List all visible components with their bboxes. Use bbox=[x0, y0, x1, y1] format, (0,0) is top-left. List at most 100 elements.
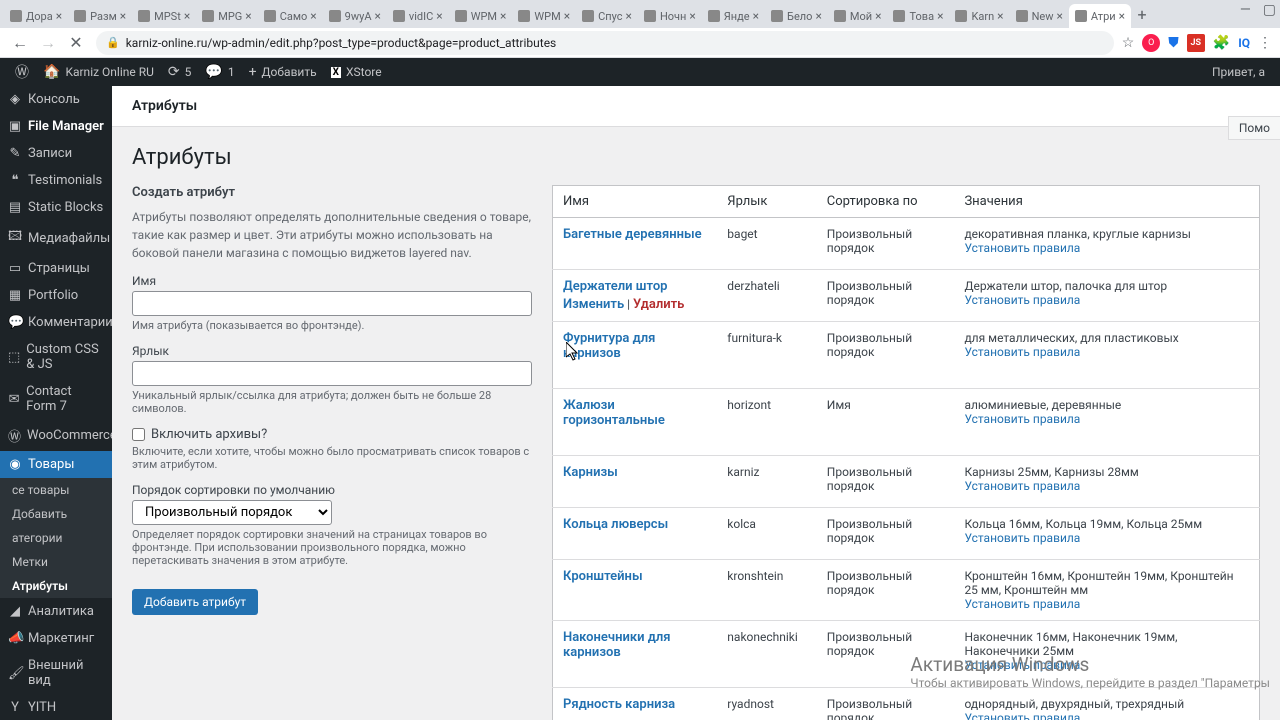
stop-button[interactable]: ✕ bbox=[64, 31, 88, 55]
submit-button[interactable]: Добавить атрибут bbox=[132, 589, 258, 615]
submenu-item[interactable]: Добавить bbox=[0, 502, 112, 526]
menu-item[interactable]: ❝Testimonials bbox=[0, 167, 112, 194]
tab-close-icon[interactable]: × bbox=[564, 9, 570, 23]
ublock-icon[interactable]: JS bbox=[1187, 34, 1205, 52]
browser-tab[interactable]: Бело× bbox=[765, 4, 828, 28]
xstore-link[interactable]: XXStore bbox=[324, 58, 389, 86]
submenu-item[interactable]: се товары bbox=[0, 478, 112, 502]
browser-tab[interactable]: New× bbox=[1010, 4, 1069, 28]
menu-item[interactable]: 🖾Медиафайлы bbox=[0, 221, 112, 255]
rules-link[interactable]: Установить правила bbox=[964, 597, 1080, 611]
rules-link[interactable]: Установить правила bbox=[964, 531, 1080, 545]
browser-tab[interactable]: Това× bbox=[887, 4, 949, 28]
rules-link[interactable]: Установить правила bbox=[964, 293, 1080, 307]
shield-icon[interactable]: ⛊ bbox=[1168, 35, 1179, 51]
menu-item[interactable]: ▦Portfolio bbox=[0, 282, 112, 309]
add-new-link[interactable]: +Добавить bbox=[242, 58, 324, 86]
rules-link[interactable]: Установить правила bbox=[964, 345, 1080, 359]
archive-checkbox[interactable] bbox=[132, 428, 145, 441]
tab-close-icon[interactable]: × bbox=[626, 9, 632, 23]
sort-select[interactable]: Произвольный порядок bbox=[132, 500, 332, 525]
browser-tab[interactable]: WPM× bbox=[449, 4, 513, 28]
iq-icon[interactable]: IQ bbox=[1238, 36, 1250, 50]
menu-item[interactable]: ◢Аналитика bbox=[0, 598, 112, 625]
tab-close-icon[interactable]: × bbox=[120, 9, 126, 23]
tab-close-icon[interactable]: × bbox=[753, 9, 759, 23]
rules-link[interactable]: Установить правила bbox=[964, 412, 1080, 426]
comments-link[interactable]: 💬1 bbox=[198, 58, 241, 86]
edit-link[interactable]: Изменить bbox=[563, 297, 624, 312]
delete-link[interactable]: Удалить bbox=[633, 297, 684, 312]
tab-close-icon[interactable]: × bbox=[500, 9, 506, 23]
rules-link[interactable]: Установить правила bbox=[964, 658, 1080, 672]
tab-close-icon[interactable]: × bbox=[689, 9, 695, 23]
back-button[interactable]: ← bbox=[8, 31, 32, 55]
puzzle-icon[interactable]: 🧩 bbox=[1213, 35, 1230, 51]
rules-link[interactable]: Установить правила bbox=[964, 241, 1080, 255]
menu-item[interactable]: 📣Маркетинг bbox=[0, 625, 112, 652]
tab-close-icon[interactable]: × bbox=[815, 9, 821, 23]
forward-button[interactable]: → bbox=[36, 31, 60, 55]
menu-item[interactable]: ⓌWooCommerce bbox=[0, 420, 112, 451]
attr-name-link[interactable]: Фурнитура для карнизов bbox=[563, 331, 655, 361]
site-link[interactable]: 🏠Karniz Online RU bbox=[36, 58, 161, 86]
menu-item[interactable]: ✉Contact Form 7 bbox=[0, 378, 112, 420]
browser-tab[interactable]: Ночн× bbox=[638, 4, 702, 28]
browser-tab[interactable]: Разм× bbox=[68, 4, 132, 28]
star-icon[interactable]: ☆ bbox=[1122, 35, 1135, 51]
attr-name-link[interactable]: Рядность карниза bbox=[563, 697, 675, 712]
new-tab-button[interactable]: + bbox=[1131, 3, 1153, 25]
tab-close-icon[interactable]: × bbox=[1119, 9, 1125, 23]
tab-close-icon[interactable]: × bbox=[375, 9, 381, 23]
menu-item[interactable]: ▣File Manager bbox=[0, 113, 112, 140]
th-sort[interactable]: Сортировка по bbox=[817, 186, 955, 218]
tab-close-icon[interactable]: × bbox=[245, 9, 251, 23]
browser-tab[interactable]: Дора× bbox=[4, 4, 68, 28]
browser-tab[interactable]: Само× bbox=[258, 4, 323, 28]
menu-item[interactable]: YYITH bbox=[0, 694, 112, 720]
menu-item[interactable]: 🖌Внешний вид bbox=[0, 652, 112, 694]
browser-tab[interactable]: Karn× bbox=[949, 4, 1009, 28]
browser-tab[interactable]: WPM× bbox=[512, 4, 576, 28]
submenu-item[interactable]: Атрибуты bbox=[0, 574, 112, 598]
menu-item[interactable]: ⬚Custom CSS & JS bbox=[0, 336, 112, 378]
browser-tab[interactable]: vidIC× bbox=[387, 4, 449, 28]
browser-tab[interactable]: MPSt× bbox=[132, 4, 196, 28]
tab-close-icon[interactable]: × bbox=[997, 9, 1003, 23]
window-minimize[interactable]: — bbox=[1240, 2, 1251, 18]
slug-input[interactable] bbox=[132, 361, 532, 386]
tab-close-icon[interactable]: × bbox=[436, 9, 442, 23]
browser-tab[interactable]: Мой× bbox=[828, 4, 888, 28]
rules-link[interactable]: Установить правила bbox=[964, 479, 1080, 493]
updates-link[interactable]: ⟳5 bbox=[161, 58, 198, 86]
menu-item[interactable]: ✎Записи bbox=[0, 140, 112, 167]
attr-name-link[interactable]: Держатели штор bbox=[563, 279, 668, 294]
browser-tab[interactable]: 9wyA× bbox=[323, 4, 387, 28]
submenu-item[interactable]: Метки bbox=[0, 550, 112, 574]
attr-name-link[interactable]: Наконечники для карнизов bbox=[563, 630, 671, 660]
wp-logo[interactable]: Ⓦ bbox=[8, 58, 36, 86]
tab-close-icon[interactable]: × bbox=[56, 9, 62, 23]
th-values[interactable]: Значения bbox=[954, 186, 1259, 218]
attr-name-link[interactable]: Багетные деревянные bbox=[563, 227, 702, 242]
opera-ext-icon[interactable]: O bbox=[1142, 34, 1160, 52]
tab-close-icon[interactable]: × bbox=[937, 9, 943, 23]
th-name[interactable]: Имя bbox=[553, 186, 718, 218]
menu-item[interactable]: ◉Товары bbox=[0, 451, 112, 478]
menu-icon[interactable]: ⋮ bbox=[1258, 35, 1272, 51]
th-slug[interactable]: Ярлык bbox=[717, 186, 816, 218]
tab-close-icon[interactable]: × bbox=[184, 9, 190, 23]
tab-close-icon[interactable]: × bbox=[875, 9, 881, 23]
window-maximize[interactable]: ▢ bbox=[1263, 2, 1276, 18]
attr-name-link[interactable]: Жалюзи горизонтальные bbox=[563, 398, 665, 428]
url-field[interactable]: 🔒 karniz-online.ru/wp-admin/edit.php?pos… bbox=[96, 31, 1114, 55]
attr-name-link[interactable]: Кронштейны bbox=[563, 569, 643, 584]
menu-item[interactable]: ▤Static Blocks bbox=[0, 194, 112, 221]
menu-item[interactable]: 💬Комментарии1 bbox=[0, 309, 112, 336]
rules-link[interactable]: Установить правила bbox=[964, 711, 1080, 720]
tab-close-icon[interactable]: × bbox=[310, 9, 316, 23]
attr-name-link[interactable]: Кольца люверсы bbox=[563, 517, 668, 532]
help-tab[interactable]: Помо bbox=[1228, 116, 1280, 140]
browser-tab[interactable]: Янде× bbox=[702, 4, 765, 28]
greeting-link[interactable]: Привет, a bbox=[1205, 58, 1272, 86]
